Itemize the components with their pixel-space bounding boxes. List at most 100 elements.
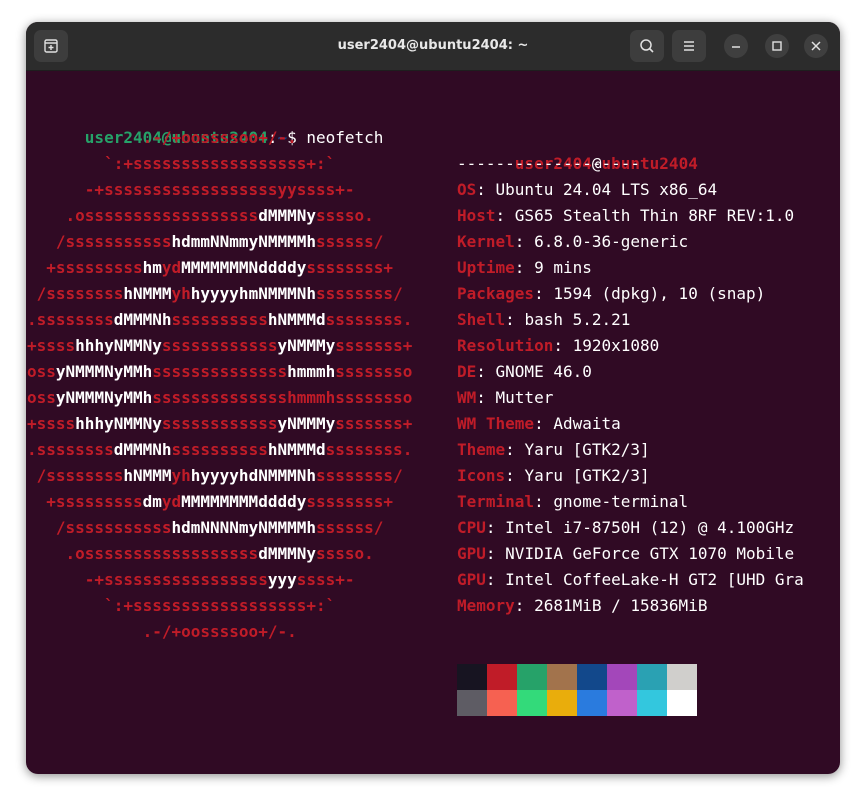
logo-segment: yyy (267, 570, 297, 589)
color-swatch (457, 690, 487, 716)
info-value: Mutter (495, 388, 554, 407)
info-row: WM: Mutter (457, 385, 553, 411)
logo-segment: MMMMMMMNddddy (181, 258, 307, 277)
logo-segment: dMMMNh (113, 310, 172, 329)
info-label-separator: : (505, 440, 525, 459)
logo-segment: .ssssssss (27, 310, 114, 329)
info-value: Intel i7-8750H (12) @ 4.100GHz (505, 518, 795, 537)
info-label-separator: : (534, 414, 554, 433)
logo-segment: ssssssso (335, 362, 413, 381)
info-row: Shell: bash 5.2.21 (457, 307, 630, 333)
info-row: Theme: Yaru [GTK2/3] (457, 437, 650, 463)
color-swatch (667, 690, 697, 716)
logo-line: ossyNMMMNyMMhsssssssssssssshmmmhssssssso (27, 385, 412, 411)
info-label-separator: : (476, 388, 496, 407)
color-swatch (547, 664, 577, 690)
info-label: Memory (457, 596, 515, 615)
info-value: Yaru [GTK2/3] (524, 466, 650, 485)
color-swatch (637, 664, 667, 690)
info-value: GS65 Stealth Thin 8RF REV:1.0 (514, 206, 795, 225)
logo-segment: ssssssss+ (306, 492, 394, 511)
logo-segment: ssssssss/ (316, 466, 403, 485)
color-swatch (667, 664, 697, 690)
color-swatch (607, 690, 637, 716)
info-label-separator: : (505, 466, 525, 485)
logo-segment: ssssss/ (316, 232, 384, 251)
logo-segment: hm (142, 258, 162, 277)
info-label: DE (457, 362, 477, 381)
color-swatch (607, 664, 637, 690)
color-swatch (577, 690, 607, 716)
menu-button[interactable] (672, 30, 706, 62)
logo-segment: /ssssssss (27, 466, 124, 485)
logo-segment: sssssssssssssshmmmhssssssso (152, 388, 413, 407)
close-icon (811, 41, 821, 51)
command-prompt-line: user2404@ubuntu2404:~$ neofetch (27, 99, 384, 147)
logo-segment: ssssssss+ (306, 258, 394, 277)
logo-segment: yNMMMy (277, 414, 336, 433)
info-value: NVIDIA GeForce GTX 1070 Mobile (505, 544, 795, 563)
info-row: CPU: Intel i7-8750H (12) @ 4.100GHz (457, 515, 794, 541)
search-button[interactable] (630, 30, 664, 62)
maximize-icon (772, 41, 782, 51)
logo-segment: hhhyNMMNy (75, 414, 162, 433)
window-title: user2404@ubuntu2404: ~ (337, 38, 529, 53)
info-label: Resolution (457, 336, 554, 355)
color-swatch (457, 664, 487, 690)
info-row: DE: GNOME 46.0 (457, 359, 592, 385)
logo-segment: hNMMM (123, 466, 172, 485)
info-value: Intel CoffeeLake-H GT2 [UHD Gra (505, 570, 804, 589)
info-label-separator: : (485, 544, 506, 563)
info-label-separator: : (476, 362, 496, 381)
info-label: Theme (457, 440, 506, 459)
logo-segment: ssssssssss (171, 440, 268, 459)
info-row: Uptime: 9 mins (457, 255, 592, 281)
logo-line: +sssssssssdmydMMMMMMMMddddyssssssss+ (27, 489, 393, 515)
logo-segment: yNMMMNyMMh (55, 362, 153, 381)
logo-segment: dm (142, 492, 162, 511)
terminal-area[interactable]: user2404@ubuntu2404:~$ neofetch .-/+ooss… (26, 70, 840, 774)
info-label-separator: : (485, 570, 506, 589)
logo-line: +sssshhhyNMMNyssssssssssssyNMMMysssssss+ (27, 333, 412, 359)
logo-line: `:+ssssssssssssssssss+:` (27, 593, 335, 619)
info-value: 1920x1080 (572, 336, 660, 355)
logo-segment: oss (27, 362, 56, 381)
logo-segment: dMMMNy (258, 206, 316, 225)
logo-segment: .ossssssssssssssssss (27, 206, 259, 225)
color-swatch (487, 690, 517, 716)
terminal-window: user2404@ubuntu2404: ~ user2404@ubuntu24… (26, 22, 840, 774)
info-label-separator: : (514, 596, 535, 615)
minimize-button[interactable] (724, 34, 748, 58)
info-value: GNOME 46.0 (495, 362, 592, 381)
info-row: Resolution: 1920x1080 (457, 333, 659, 359)
maximize-button[interactable] (765, 34, 789, 58)
logo-line: .-/+oossssoo+/-. (27, 619, 297, 645)
logo-segment: sssso. (315, 206, 374, 225)
close-button[interactable] (804, 34, 828, 58)
active-prompt-line: user2404@ubuntu2404:~$ (27, 748, 318, 774)
logo-segment: ssssss/ (316, 518, 384, 537)
info-value: 1594 (dpkg), 10 (snap) (553, 284, 766, 303)
logo-segment: `:+ssssssssssssssssss+:` (27, 596, 336, 615)
logo-segment: .ssssssss (27, 440, 114, 459)
color-swatch (517, 690, 547, 716)
info-value: 2681MiB / 15836MiB (534, 596, 708, 615)
info-label-separator: : (505, 310, 525, 329)
logo-segment: hyyyyhmNMMMNh (190, 284, 316, 303)
logo-segment: hNMMMd (267, 310, 326, 329)
info-label-separator: : (485, 518, 506, 537)
logo-segment: sssso. (315, 544, 374, 563)
info-label: Kernel (457, 232, 515, 251)
logo-segment: sssssss+ (335, 336, 413, 355)
logo-segment: dMMMNy (258, 544, 316, 563)
logo-segment: +ssss (27, 336, 76, 355)
info-row: Icons: Yaru [GTK2/3] (457, 463, 650, 489)
info-label: CPU (457, 518, 486, 537)
logo-line: .-/+oossssoo+/-. (27, 125, 297, 151)
logo-line: +sssshhhyNMMNyssssssssssssyNMMMysssssss+ (27, 411, 412, 437)
info-label-separator: : (553, 336, 573, 355)
search-icon (640, 39, 654, 53)
logo-line: .ssssssssdMMMNhsssssssssshNMMMdssssssss. (27, 307, 412, 333)
info-row: Host: GS65 Stealth Thin 8RF REV:1.0 (457, 203, 794, 229)
info-label-separator: : (476, 180, 496, 199)
